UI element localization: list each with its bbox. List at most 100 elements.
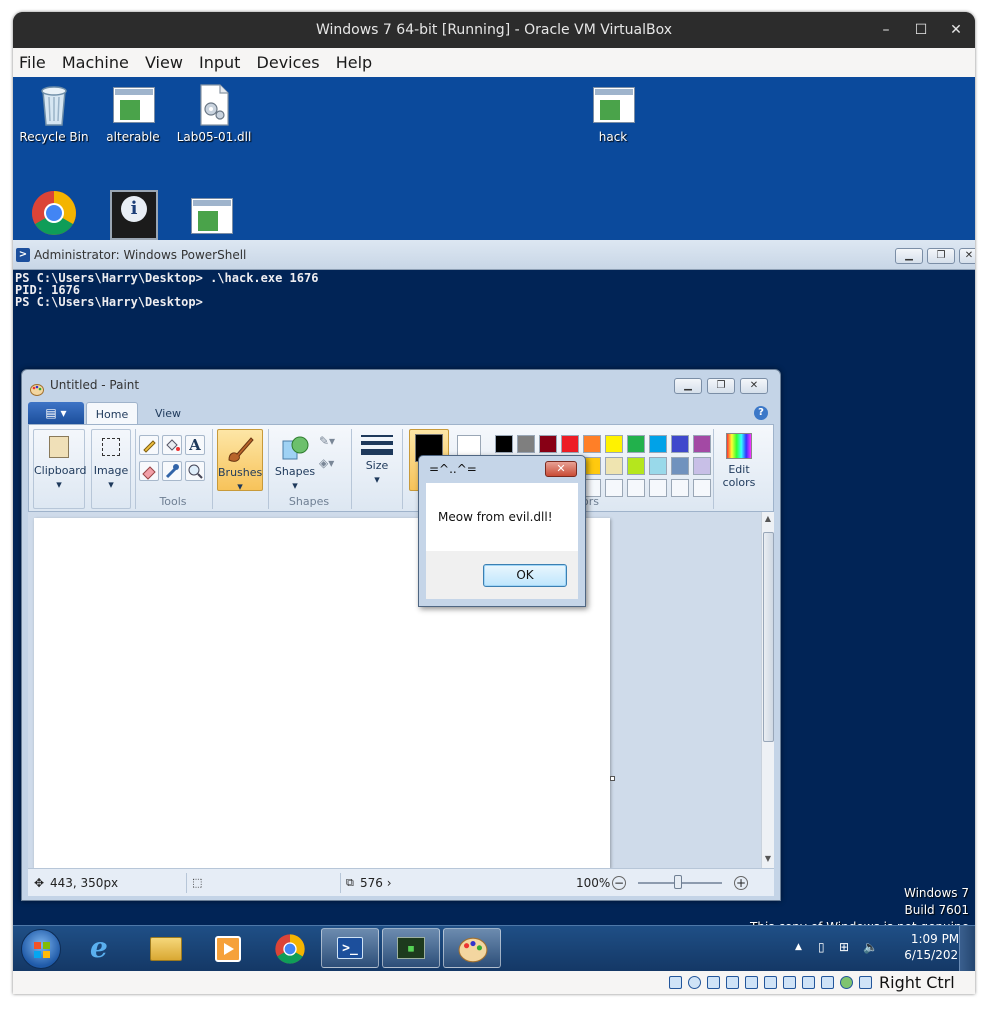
system-info-icon[interactable]: i — [110, 190, 158, 240]
volume-icon[interactable]: 🔈 — [863, 939, 878, 955]
device-icon[interactable]: ▯ — [818, 939, 825, 955]
pencil-icon[interactable] — [139, 435, 159, 455]
help-icon[interactable]: ? — [754, 406, 768, 420]
paint-close-button[interactable]: ✕ — [740, 378, 768, 394]
palette-color[interactable] — [605, 457, 623, 475]
palette-color[interactable] — [605, 435, 623, 453]
palette-color[interactable] — [693, 435, 711, 453]
powershell-taskbar-button[interactable]: >_ — [321, 928, 379, 968]
scrollbar-thumb[interactable] — [763, 532, 774, 742]
show-desktop-button[interactable] — [959, 926, 975, 971]
mouse-integration-icon[interactable] — [859, 976, 872, 989]
menu-devices[interactable]: Devices — [251, 48, 325, 77]
shapes-icon — [280, 433, 310, 463]
text-icon[interactable]: A — [185, 435, 205, 455]
network-adapter-icon[interactable] — [726, 976, 739, 989]
ps-minimize-button[interactable]: ▁ — [895, 248, 923, 264]
optical-drive-icon[interactable] — [669, 976, 682, 989]
palette-custom-color[interactable] — [693, 479, 711, 497]
media-player-taskbar-button[interactable] — [199, 928, 257, 968]
resize-handle[interactable] — [610, 776, 615, 781]
sysinternals-taskbar-button[interactable]: ▦ — [382, 928, 440, 968]
ps-close-button[interactable]: ✕ — [959, 248, 975, 264]
window-file-icon[interactable] — [191, 194, 233, 240]
fill-style-icon[interactable]: ◈▾ — [319, 455, 341, 471]
desktop-icon-recycle-bin[interactable]: Recycle Bin — [14, 83, 94, 145]
palette-color[interactable] — [649, 457, 667, 475]
minimize-button[interactable]: – — [869, 12, 903, 48]
maximize-button[interactable]: ☐ — [904, 12, 938, 48]
palette-color[interactable] — [627, 457, 645, 475]
clipboard-label: Clipboard — [34, 464, 87, 477]
palette-color[interactable] — [671, 435, 689, 453]
color-picker-icon[interactable] — [162, 461, 182, 481]
palette-custom-color[interactable] — [627, 479, 645, 497]
close-button[interactable]: ✕ — [939, 12, 973, 48]
scroll-down-icon[interactable]: ▼ — [763, 854, 773, 864]
magnifier-icon[interactable] — [185, 461, 205, 481]
paint-maximize-button[interactable]: ❐ — [707, 378, 735, 394]
paint-menu-button[interactable]: ▤ ▾ — [28, 402, 84, 424]
menu-help[interactable]: Help — [330, 48, 377, 77]
image-button[interactable]: Image ▾ — [91, 429, 131, 509]
chrome-icon[interactable] — [30, 189, 78, 237]
size-button[interactable]: Size ▾ — [357, 429, 397, 491]
show-hidden-icons-icon[interactable]: ▲ — [795, 940, 802, 954]
palette-color[interactable] — [671, 457, 689, 475]
display-icon[interactable] — [783, 976, 796, 989]
palette-color[interactable] — [627, 435, 645, 453]
recording-icon[interactable] — [802, 976, 815, 989]
shared-folder-icon[interactable] — [764, 976, 777, 989]
menu-machine[interactable]: Machine — [56, 48, 134, 77]
scroll-up-icon[interactable]: ▲ — [763, 514, 773, 524]
explorer-taskbar-button[interactable] — [137, 928, 195, 968]
folder-icon — [150, 937, 182, 961]
desktop-icon-hack[interactable]: hack — [573, 83, 653, 145]
window-file-icon — [113, 83, 155, 127]
vertical-scrollbar[interactable]: ▲ ▼ — [761, 512, 774, 868]
menu-view[interactable]: View — [139, 48, 188, 77]
paint-taskbar-button[interactable] — [443, 928, 501, 968]
palette-color[interactable] — [693, 457, 711, 475]
zoom-in-button[interactable]: + — [734, 876, 748, 890]
host-title: Windows 7 64-bit [Running] - Oracle VM V… — [315, 22, 672, 38]
palette-color[interactable] — [649, 435, 667, 453]
clipboard-button[interactable]: Clipboard ▾ — [33, 429, 87, 509]
audio-icon[interactable] — [707, 976, 720, 989]
paint-minimize-button[interactable]: ▁ — [674, 378, 702, 394]
palette-color[interactable] — [561, 435, 579, 453]
virtualbox-window: Windows 7 64-bit [Running] - Oracle VM V… — [13, 12, 975, 994]
guest-additions-icon[interactable] — [840, 976, 853, 989]
palette-custom-color[interactable] — [649, 479, 667, 497]
zoom-slider-thumb[interactable] — [674, 875, 682, 889]
fill-icon[interactable] — [162, 435, 182, 455]
ie-taskbar-button[interactable]: e — [75, 928, 133, 968]
outline-icon[interactable]: ✎▾ — [319, 433, 341, 449]
zoom-out-button[interactable]: − — [612, 876, 626, 890]
vt-x-icon[interactable] — [821, 976, 834, 989]
desktop-icon-lab05-dll[interactable]: Lab05-01.dll — [174, 83, 254, 145]
eraser-icon[interactable] — [139, 461, 159, 481]
menu-file[interactable]: File — [13, 48, 51, 77]
chrome-taskbar-button[interactable] — [261, 928, 319, 968]
tab-home[interactable]: Home — [86, 402, 138, 425]
dialog-close-button[interactable]: ✕ — [545, 461, 577, 477]
usb-icon[interactable] — [745, 976, 758, 989]
tab-view[interactable]: View — [142, 402, 194, 425]
palette-color[interactable] — [517, 435, 535, 453]
palette-color[interactable] — [495, 435, 513, 453]
shapes-button[interactable]: Shapes ▾ — [273, 429, 317, 492]
menu-input[interactable]: Input — [193, 48, 245, 77]
brushes-button[interactable]: Brushes ▾ — [217, 429, 263, 493]
palette-custom-color[interactable] — [671, 479, 689, 497]
edit-colors-button[interactable]: Edit colors — [717, 429, 761, 491]
palette-color[interactable] — [583, 435, 601, 453]
palette-color[interactable] — [539, 435, 557, 453]
ok-button[interactable]: OK — [483, 564, 567, 587]
image-label: Image — [93, 464, 129, 477]
desktop-icon-alterable[interactable]: alterable — [93, 83, 173, 145]
cd-icon[interactable] — [688, 976, 701, 989]
start-button[interactable] — [21, 929, 61, 969]
ps-restore-button[interactable]: ❐ — [927, 248, 955, 264]
network-icon[interactable]: ⊞ — [839, 939, 849, 955]
